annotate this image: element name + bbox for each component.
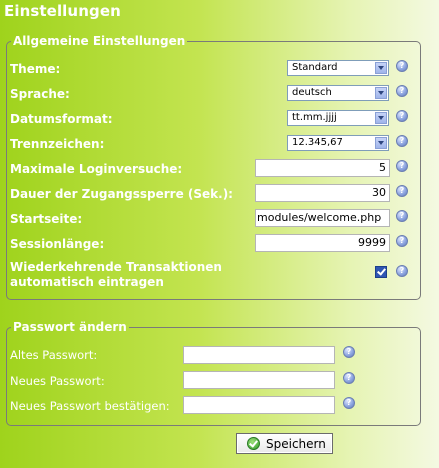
general-settings-legend: Allgemeine Einstellungen: [13, 34, 186, 48]
help-icon[interactable]: ?: [343, 397, 355, 409]
separator-select[interactable]: 12.345,67: [287, 135, 389, 151]
max-logins-label: Maximale Loginversuche:: [10, 162, 183, 176]
date-format-select[interactable]: tt.mm.jjjj: [287, 110, 389, 126]
recurring-label-line1: Wiederkehrende Transaktionen: [10, 260, 222, 274]
new-password-field[interactable]: [183, 371, 335, 389]
old-password-label: Altes Passwort:: [10, 348, 98, 362]
date-format-label: Datumsformat:: [10, 112, 113, 126]
start-page-label: Startseite:: [10, 212, 83, 226]
chevron-down-icon[interactable]: [375, 112, 387, 124]
recurring-checkbox[interactable]: [375, 266, 387, 278]
lock-duration-input[interactable]: 30: [255, 184, 390, 202]
confirm-password-label: Neues Passwort bestätigen:: [10, 399, 170, 413]
language-select[interactable]: deutsch: [287, 85, 389, 101]
help-icon[interactable]: ?: [343, 346, 355, 358]
language-select-value: deutsch: [292, 87, 332, 98]
date-format-select-value: tt.mm.jjjj: [292, 112, 337, 123]
help-icon[interactable]: ?: [396, 185, 408, 197]
lock-duration-label: Dauer der Zugangssperre (Sek.):: [10, 187, 233, 201]
recurring-label-line2: automatisch eintragen: [10, 275, 164, 289]
check-circle-icon: [247, 437, 260, 450]
page-title: Einstellungen: [4, 2, 121, 20]
save-button[interactable]: Speichern: [236, 433, 333, 454]
session-length-input[interactable]: 9999: [255, 234, 390, 252]
password-change-legend: Passwort ändern: [13, 320, 127, 334]
start-page-input[interactable]: modules/welcome.php: [255, 209, 390, 227]
language-label: Sprache:: [10, 87, 70, 101]
help-icon[interactable]: ?: [396, 235, 408, 247]
chevron-down-icon[interactable]: [375, 62, 387, 74]
help-icon[interactable]: ?: [396, 110, 408, 122]
help-icon[interactable]: ?: [343, 372, 355, 384]
session-length-label: Sessionlänge:: [10, 237, 105, 251]
separator-label: Trennzeichen:: [10, 137, 105, 151]
help-icon[interactable]: ?: [396, 85, 408, 97]
new-password-label: Neues Passwort:: [10, 374, 105, 388]
theme-label: Theme:: [10, 62, 61, 76]
chevron-down-icon[interactable]: [375, 87, 387, 99]
separator-select-value: 12.345,67: [292, 137, 343, 148]
help-icon[interactable]: ?: [396, 160, 408, 172]
help-icon[interactable]: ?: [396, 135, 408, 147]
help-icon[interactable]: ?: [396, 210, 408, 222]
save-button-label: Speichern: [266, 437, 326, 451]
theme-select[interactable]: Standard: [287, 60, 389, 76]
confirm-password-field[interactable]: [183, 396, 335, 414]
help-icon[interactable]: ?: [396, 60, 408, 72]
max-logins-input[interactable]: 5: [255, 159, 390, 177]
theme-select-value: Standard: [292, 62, 338, 73]
chevron-down-icon[interactable]: [375, 137, 387, 149]
help-icon[interactable]: ?: [396, 265, 408, 277]
old-password-field[interactable]: [183, 346, 335, 364]
